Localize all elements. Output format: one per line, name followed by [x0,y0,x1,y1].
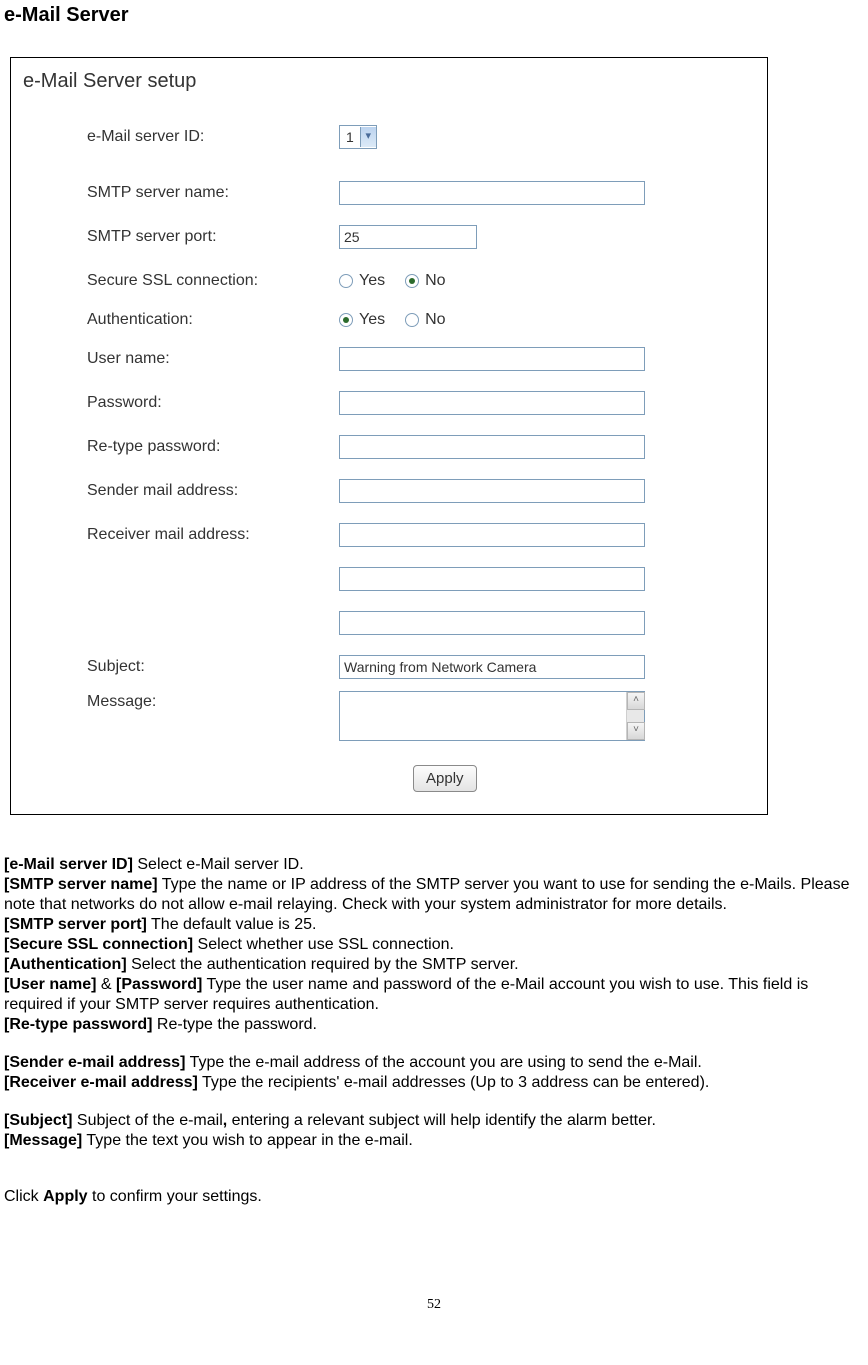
auth-label: Authentication: [21,311,339,329]
subject-input[interactable] [339,655,645,679]
desc-message-head: [Message] [4,1132,82,1149]
textarea-scrollbar[interactable]: ˄ ˅ [626,692,644,740]
auth-yes-radio[interactable] [339,313,353,327]
desc-password-head: [Password] [116,976,202,993]
desc-smtp-name-head: [SMTP server name] [4,876,158,893]
desc-subject-head: [Subject] [4,1112,72,1129]
sender-label: Sender mail address: [21,482,339,500]
auth-yes-label: Yes [359,311,385,329]
sender-input[interactable] [339,479,645,503]
ssl-no-label: No [425,272,445,290]
username-input[interactable] [339,347,645,371]
username-label: User name: [21,350,339,368]
form-title: e-Mail Server setup [21,70,757,93]
ssl-label: Secure SSL connection: [21,272,339,290]
email-server-id-value: 1 [340,129,360,145]
password-label: Password: [21,394,339,412]
desc-subject-text1: Subject of the e-mail [72,1112,222,1129]
desc-receiver-text: Type the recipients' e-mail addresses (U… [198,1074,709,1091]
smtp-server-port-label: SMTP server port: [21,228,339,246]
chevron-down-icon: ▾ [360,127,376,147]
desc-auth-head: [Authentication] [4,956,127,973]
apply-button[interactable]: Apply [413,765,477,792]
desc-user-head: [User name] [4,976,96,993]
desc-user-amp: & [96,976,116,993]
desc-subject-text2: entering a relevant subject will help id… [227,1112,656,1129]
page-heading: e-Mail Server [4,4,864,27]
message-label: Message: [21,691,339,711]
smtp-server-name-input[interactable] [339,181,645,205]
desc-sender-text: Type the e-mail address of the account y… [185,1054,701,1071]
desc-retype-head: [Re-type password] [4,1016,152,1033]
desc-smtp-port-head: [SMTP server port] [4,916,147,933]
ssl-yes-label: Yes [359,272,385,290]
desc-ssl-text: Select whether use SSL connection. [193,936,454,953]
auth-no-radio[interactable] [405,313,419,327]
desc-ssl-head: [Secure SSL connection] [4,936,193,953]
desc-receiver-head: [Receiver e-mail address] [4,1074,198,1091]
smtp-server-port-input[interactable] [339,225,477,249]
smtp-server-name-label: SMTP server name: [21,184,339,202]
retype-password-input[interactable] [339,435,645,459]
desc-email-server-id-head: [e-Mail server ID] [4,856,133,873]
subject-label: Subject: [21,658,339,676]
password-input[interactable] [339,391,645,415]
desc-smtp-port-text: The default value is 25. [147,916,317,933]
email-server-id-label: e-Mail server ID: [21,128,339,146]
email-server-id-select[interactable]: 1 ▾ [339,125,377,149]
desc-apply-bold: Apply [43,1188,87,1205]
page-number: 52 [0,1297,868,1313]
receiver-input-2[interactable] [339,567,645,591]
ssl-no-radio[interactable] [405,274,419,288]
desc-apply-suffix: to confirm your settings. [88,1188,262,1205]
desc-sender-head: [Sender e-mail address] [4,1054,185,1071]
desc-auth-text: Select the authentication required by th… [127,956,519,973]
desc-retype-text: Re-type the password. [152,1016,317,1033]
message-textarea[interactable]: ˄ ˅ [339,691,645,741]
scroll-up-icon[interactable]: ˄ [627,692,645,710]
receiver-label: Receiver mail address: [21,526,339,544]
desc-message-text: Type the text you wish to appear in the … [82,1132,413,1149]
ssl-yes-radio[interactable] [339,274,353,288]
desc-email-server-id-text: Select e-Mail server ID. [133,856,304,873]
retype-password-label: Re-type password: [21,438,339,456]
receiver-input-3[interactable] [339,611,645,635]
email-server-form-screenshot: e-Mail Server setup e-Mail server ID: 1 … [10,57,768,815]
auth-no-label: No [425,311,445,329]
desc-apply-prefix: Click [4,1188,43,1205]
scroll-down-icon[interactable]: ˅ [627,722,645,740]
description-body: [e-Mail server ID] Select e-Mail server … [4,855,864,1207]
receiver-input-1[interactable] [339,523,645,547]
